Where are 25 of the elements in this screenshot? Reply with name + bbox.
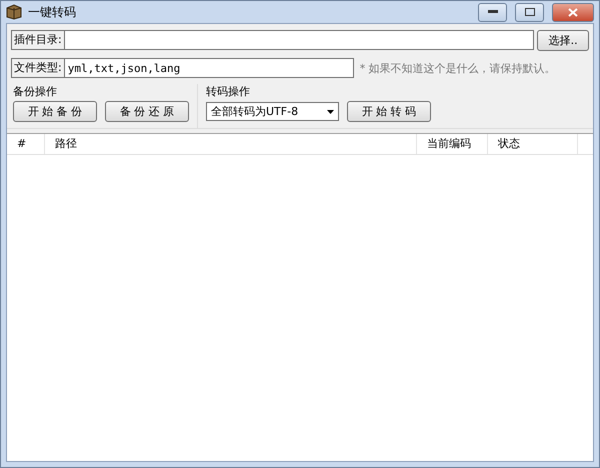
backup-button[interactable]: 开 始 备 份 — [13, 101, 97, 122]
hint-text: * 如果不知道这个是什么，请保持默认。 — [360, 60, 556, 76]
minimize-button[interactable] — [478, 2, 507, 22]
group-title: 转码操作 — [206, 84, 251, 99]
column-header[interactable]: # — [7, 134, 45, 154]
browse-button[interactable]: 选择.. — [537, 30, 589, 50]
encoding-dropdown[interactable]: 全部转码为UTF-8 — [206, 102, 339, 121]
field-label: 插件目录: — [11, 30, 65, 50]
input-field[interactable] — [64, 30, 534, 50]
maximize-icon — [524, 8, 534, 16]
caret-icon — [327, 110, 334, 114]
convert-button[interactable]: 开 始 转 码 — [347, 101, 431, 122]
backup-button[interactable]: 备 份 还 原 — [105, 101, 189, 122]
box-icon — [6, 4, 22, 20]
column-header[interactable]: 状态 — [488, 134, 578, 154]
column-header[interactable]: 路径 — [45, 134, 417, 154]
input-field[interactable]: yml,txt,json,lang — [64, 58, 354, 78]
minimize-icon — [488, 10, 498, 14]
close-button[interactable] — [552, 2, 594, 22]
window-title: 一键转码 — [28, 4, 77, 20]
column-header[interactable]: 当前编码 — [417, 134, 488, 154]
field-label: 文件类型: — [11, 58, 65, 78]
maximize-button[interactable] — [515, 2, 544, 22]
close-icon — [568, 8, 578, 16]
group-title: 备份操作 — [13, 84, 58, 99]
